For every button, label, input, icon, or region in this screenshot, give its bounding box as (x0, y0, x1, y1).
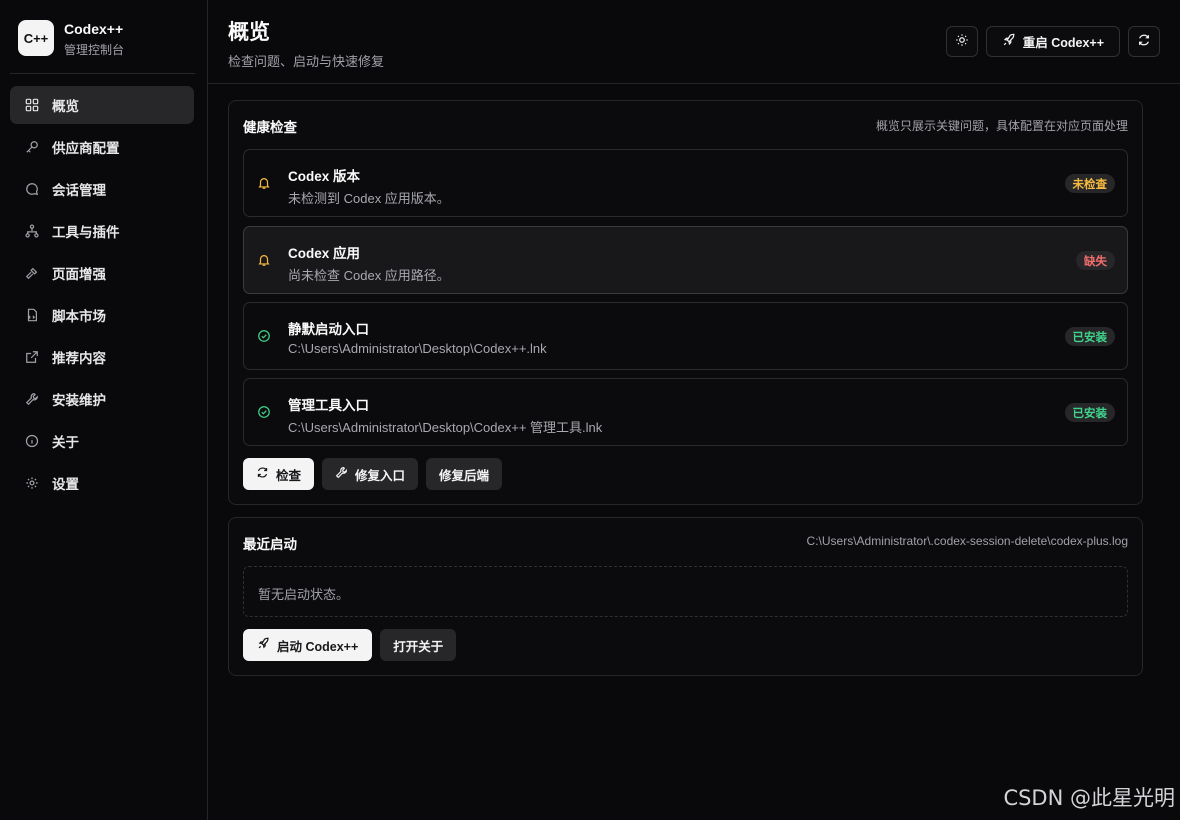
repair-entry-button[interactable]: 修复入口 (322, 458, 419, 490)
wrench-icon (335, 466, 348, 482)
brand-subtitle: 管理控制台 (64, 43, 125, 57)
brand: C++ Codex++ 管理控制台 (0, 0, 207, 74)
theme-toggle-button[interactable] (945, 26, 978, 57)
script-icon (24, 307, 40, 323)
launch-label: 启动 Codex++ (277, 639, 359, 654)
sidebar: C++ Codex++ 管理控制台 概览 供应商配置 会话管理 工具与插件 页面… (0, 0, 208, 820)
refresh-icon (1137, 33, 1151, 50)
health-check-title: 健康检查 (243, 120, 297, 135)
repair-backend-label: 修复后端 (439, 468, 490, 483)
sidebar-item-label: 页面增强 (52, 267, 106, 282)
check-item-title: Codex 版本 (288, 169, 361, 184)
info-icon (24, 433, 40, 449)
watermark: CSDN @此星光明 (1003, 786, 1175, 810)
sidebar-item-sessions[interactable]: 会话管理 (10, 170, 194, 208)
check-item-title: 静默启动入口 (288, 322, 369, 337)
sidebar-item-label: 关于 (52, 435, 79, 450)
check-item-desc: C:\Users\Administrator\Desktop\Codex++.l… (288, 341, 547, 356)
bell-icon (257, 176, 271, 190)
open-about-label: 打开关于 (393, 639, 444, 654)
check-item-desc: 未检测到 Codex 应用版本。 (288, 191, 450, 206)
sidebar-item-label: 脚本市场 (52, 309, 106, 324)
external-link-icon (24, 349, 40, 365)
health-check-card: 健康检查 概览只展示关键问题，具体配置在对应页面处理 Codex 版本 未检测到… (228, 100, 1143, 505)
header-actions: 重启 Codex++ (945, 26, 1160, 57)
sidebar-item-script-market[interactable]: 脚本市场 (10, 296, 194, 334)
sidebar-item-tools-plugins[interactable]: 工具与插件 (10, 212, 194, 250)
sidebar-item-label: 会话管理 (52, 183, 106, 198)
sidebar-nav: 概览 供应商配置 会话管理 工具与插件 页面增强 脚本市场 推荐内容 安装维护 … (10, 86, 194, 506)
grid-icon (24, 97, 40, 113)
bell-icon (257, 253, 271, 267)
key-icon (24, 139, 40, 155)
sidebar-divider (10, 73, 195, 74)
network-icon (24, 223, 40, 239)
brand-logo: C++ (18, 20, 54, 56)
status-badge: 缺失 (1076, 251, 1115, 270)
page-header: 概览 检查问题、启动与快速修复 重启 Codex++ (208, 0, 1180, 84)
repair-entry-label: 修复入口 (355, 468, 406, 483)
log-path: C:\Users\Administrator\.codex-session-de… (806, 534, 1128, 548)
check-circle-icon (257, 405, 271, 419)
sidebar-item-settings[interactable]: 设置 (10, 464, 194, 502)
check-item-title: 管理工具入口 (288, 398, 369, 413)
status-badge: 已安装 (1064, 403, 1115, 422)
brand-name: Codex++ (64, 21, 124, 37)
check-item-silent-launch[interactable]: 静默启动入口 C:\Users\Administrator\Desktop\Co… (243, 302, 1128, 370)
app-window: C++ Codex++ 管理控制台 概览 供应商配置 会话管理 工具与插件 页面… (0, 0, 1180, 820)
recent-actions: 启动 Codex++ 打开关于 (243, 629, 457, 661)
main-content: 概览 检查问题、启动与快速修复 重启 Codex++ 健康检查 概览只展示关键问… (208, 0, 1180, 820)
status-badge: 已安装 (1064, 327, 1115, 346)
rocket-icon (1002, 33, 1016, 50)
check-item-title: Codex 应用 (288, 246, 361, 261)
sidebar-item-label: 安装维护 (52, 393, 106, 408)
check-item-desc: 尚未检查 Codex 应用路径。 (288, 268, 450, 283)
sidebar-item-label: 供应商配置 (52, 141, 120, 156)
page-title: 概览 (228, 21, 270, 44)
sidebar-item-page-enhance[interactable]: 页面增强 (10, 254, 194, 292)
check-item-desc: C:\Users\Administrator\Desktop\Codex++ 管… (288, 420, 603, 435)
page-subtitle: 检查问题、启动与快速修复 (228, 54, 385, 69)
open-about-button[interactable]: 打开关于 (380, 629, 457, 661)
sidebar-item-label: 工具与插件 (52, 225, 120, 240)
restart-button[interactable]: 重启 Codex++ (985, 26, 1120, 57)
sidebar-item-overview[interactable]: 概览 (10, 86, 194, 124)
refresh-icon (256, 466, 269, 482)
brand-text: Codex++ 管理控制台 (64, 20, 124, 58)
restart-label: 重启 Codex++ (1022, 36, 1104, 50)
hammer-icon (24, 265, 40, 281)
refresh-button[interactable] (1128, 26, 1160, 57)
sun-icon (955, 33, 969, 50)
check-button[interactable]: 检查 (243, 458, 315, 490)
repair-backend-button[interactable]: 修复后端 (426, 458, 503, 490)
sidebar-item-install-maintain[interactable]: 安装维护 (10, 380, 194, 418)
health-check-note: 概览只展示关键问题，具体配置在对应页面处理 (875, 119, 1128, 133)
check-item-admin-tool[interactable]: 管理工具入口 C:\Users\Administrator\Desktop\Co… (243, 378, 1128, 446)
launch-button[interactable]: 启动 Codex++ (243, 629, 373, 661)
check-item-codex-version[interactable]: Codex 版本 未检测到 Codex 应用版本。 未检查 (243, 149, 1128, 217)
check-circle-icon (257, 329, 271, 343)
sidebar-item-provider-config[interactable]: 供应商配置 (10, 128, 194, 166)
empty-state: 暂无启动状态。 (243, 566, 1128, 617)
wrench-icon (24, 391, 40, 407)
chat-icon (24, 181, 40, 197)
recent-launch-title: 最近启动 (243, 537, 297, 552)
recent-launch-card: 最近启动 C:\Users\Administrator\.codex-sessi… (228, 517, 1143, 676)
sidebar-item-label: 设置 (52, 477, 79, 492)
sidebar-item-about[interactable]: 关于 (10, 422, 194, 460)
sidebar-item-recommended[interactable]: 推荐内容 (10, 338, 194, 376)
rocket-icon (257, 637, 270, 653)
check-item-codex-app[interactable]: Codex 应用 尚未检查 Codex 应用路径。 缺失 (243, 226, 1128, 294)
empty-state-text: 暂无启动状态。 (258, 587, 350, 602)
gear-icon (24, 475, 40, 491)
sidebar-item-label: 推荐内容 (52, 351, 106, 366)
status-badge: 未检查 (1064, 174, 1115, 193)
sidebar-item-label: 概览 (52, 99, 79, 114)
check-button-label: 检查 (276, 468, 302, 483)
health-actions: 检查 修复入口 修复后端 (243, 458, 503, 490)
